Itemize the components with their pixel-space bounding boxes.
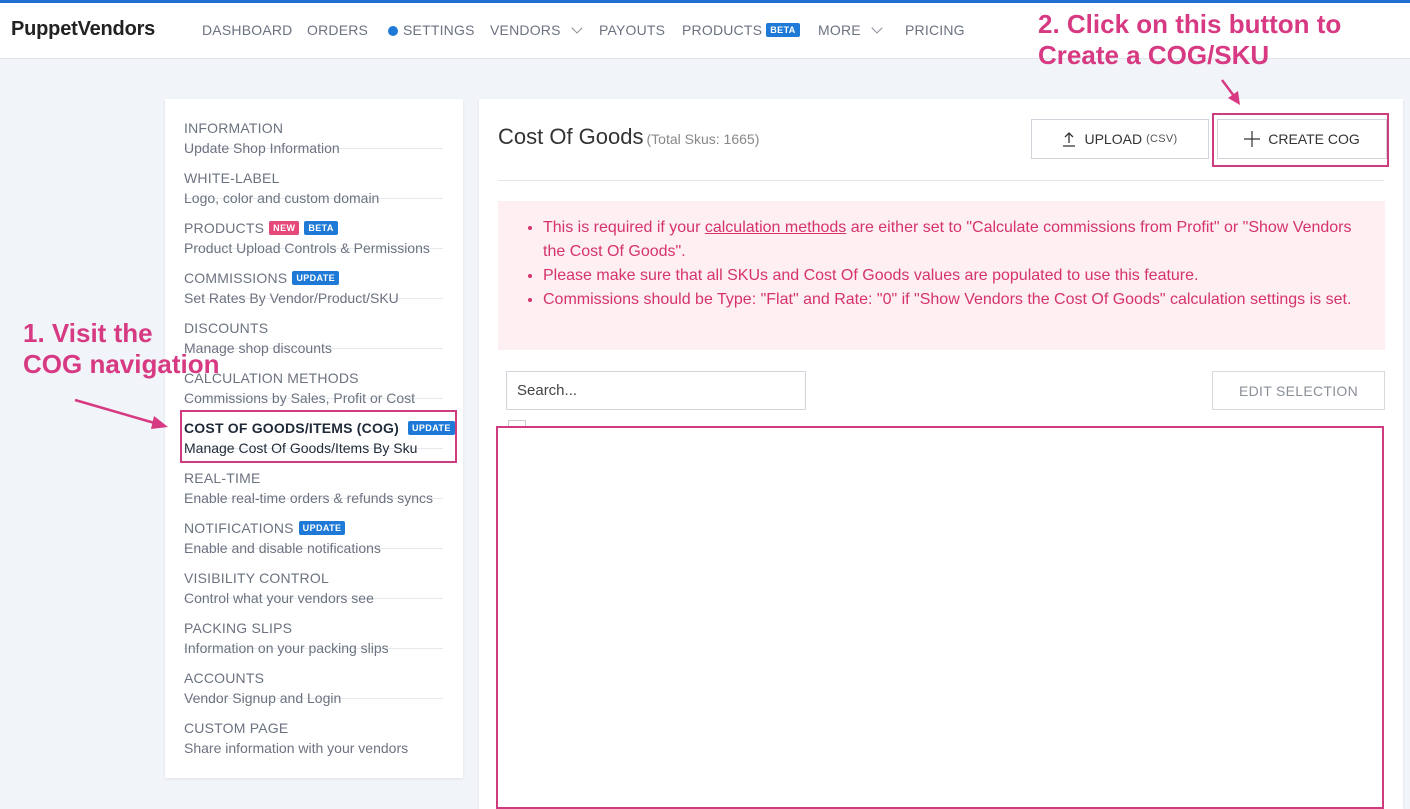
annotation-step1-line2: COG navigation — [23, 349, 220, 379]
header-divider — [498, 180, 1384, 181]
chevron-down-icon — [871, 22, 883, 34]
nav-products[interactable]: PRODUCTS BETA — [682, 22, 800, 38]
beta-badge: BETA — [766, 23, 800, 37]
alert-item: Commissions should be Type: "Flat" and R… — [543, 288, 1365, 312]
nav-more-label: MORE — [818, 22, 861, 38]
sidebar-item-title: WHITE-LABEL — [184, 170, 280, 186]
page-title: Cost Of Goods (Total Skus: 1665) — [498, 124, 759, 150]
sidebar-item-cost-of-goods[interactable]: COST OF GOODS/ITEMS (COG) UPDATE Manage C… — [184, 399, 455, 456]
settings-sidebar: INFORMATION Update Shop Information WHIT… — [165, 99, 463, 778]
update-badge: UPDATE — [292, 271, 340, 285]
alert-item: This is required if your calculation met… — [543, 216, 1365, 264]
total-skus-count: (Total Skus: 1665) — [646, 131, 760, 147]
search-input[interactable] — [506, 371, 806, 410]
sidebar-item-title: PACKING SLIPS — [184, 620, 293, 636]
upload-format-label: (CSV) — [1146, 133, 1178, 145]
alert-list: This is required if your calculation met… — [543, 216, 1365, 312]
sidebar-item-white-label[interactable]: WHITE-LABEL Logo, color and custom domai… — [184, 149, 443, 206]
alert-text: This is required if your — [543, 219, 705, 236]
sidebar-item-commissions[interactable]: COMMISSIONS UPDATE Set Rates By Vendor/Pr… — [184, 249, 443, 306]
select-all-checkbox[interactable] — [508, 420, 526, 426]
sidebar-item-custom-page[interactable]: CUSTOM PAGE Share information with your … — [184, 699, 443, 756]
active-dot-icon — [388, 26, 398, 36]
calculation-methods-link[interactable]: calculation methods — [705, 219, 846, 236]
sidebar-item-title: VISIBILITY CONTROL — [184, 570, 329, 586]
sidebar-item-packing-slips[interactable]: PACKING SLIPS Information on your packin… — [184, 599, 443, 656]
sidebar-item-label: COMMISSIONS — [184, 270, 288, 286]
plus-icon — [1244, 131, 1261, 147]
sidebar-item-label: PRODUCTS — [184, 220, 265, 236]
sidebar-item-discounts[interactable]: DISCOUNTS Manage shop discounts — [184, 299, 443, 356]
requirements-alert: This is required if your calculation met… — [498, 201, 1385, 350]
nav-vendors-label: VENDORS — [490, 22, 561, 38]
create-cog-button[interactable]: CREATE COG — [1217, 119, 1387, 159]
nav-more[interactable]: MORE — [818, 22, 883, 38]
cost-of-goods-panel: Cost Of Goods (Total Skus: 1665) UPLOAD (C… — [479, 99, 1403, 809]
nav-payouts[interactable]: PAYOUTS — [599, 22, 665, 38]
annotation-step1: 1. Visit the COG navigation — [23, 318, 219, 380]
new-badge: NEW — [269, 221, 300, 235]
upload-icon — [1063, 132, 1076, 147]
nav-pricing[interactable]: PRICING — [905, 22, 965, 38]
sidebar-item-calculation-methods[interactable]: CALCULATION METHODS Commissions by Sales… — [184, 349, 443, 406]
sidebar-item-information[interactable]: INFORMATION Update Shop Information — [184, 99, 443, 156]
alert-item: Please make sure that all SKUs and Cost … — [543, 264, 1365, 288]
sidebar-item-title: CUSTOM PAGE — [184, 720, 289, 736]
nav-vendors[interactable]: VENDORS — [490, 22, 583, 38]
update-badge: UPDATE — [408, 421, 455, 435]
upload-label: UPLOAD — [1084, 131, 1143, 147]
sidebar-item-title: REAL-TIME — [184, 470, 261, 486]
sidebar-item-label: COST OF GOODS/ITEMS (COG) — [184, 420, 399, 436]
annotation-step1-line1: 1. Visit the — [23, 318, 153, 348]
annotation-step2: 2. Click on this button to Create a COG/… — [1038, 9, 1341, 71]
sidebar-item-subtitle: Share information with your vendors — [184, 740, 409, 756]
sidebar-item-title: NOTIFICATIONS UPDATE — [184, 520, 346, 536]
nav-orders[interactable]: ORDERS — [307, 22, 368, 38]
sidebar-item-real-time[interactable]: REAL-TIME Enable real-time orders & refu… — [184, 449, 443, 506]
sidebar-item-label: NOTIFICATIONS — [184, 520, 294, 536]
beta-badge: BETA — [304, 221, 338, 235]
annotation-step2-line1: 2. Click on this button to — [1038, 9, 1342, 39]
create-cog-label: CREATE COG — [1268, 131, 1360, 147]
update-badge: UPDATE — [298, 521, 346, 535]
sidebar-item-title: PRODUCTS NEW BETA — [184, 220, 338, 236]
sidebar-item-title: INFORMATION — [184, 120, 284, 136]
edit-selection-button[interactable]: EDIT SELECTION — [1212, 371, 1385, 410]
nav-products-label: PRODUCTS — [682, 22, 763, 38]
page-title-text: Cost Of Goods — [498, 124, 644, 149]
nav-dashboard[interactable]: DASHBOARD — [202, 22, 292, 38]
nav-settings-label: SETTINGS — [403, 22, 475, 38]
sidebar-item-title: COST OF GOODS/ITEMS (COG) UPDATE — [184, 420, 455, 436]
annotation-step2-line2: Create a COG/SKU — [1038, 40, 1270, 70]
upload-csv-button[interactable]: UPLOAD (CSV) — [1031, 119, 1209, 159]
sidebar-item-notifications[interactable]: NOTIFICATIONS UPDATE Enable and disable n… — [184, 499, 443, 556]
sidebar-item-visibility-control[interactable]: VISIBILITY CONTROL Control what your ven… — [184, 549, 443, 606]
sidebar-item-title: ACCOUNTS — [184, 670, 265, 686]
arrow-to-cog-nav-icon — [74, 398, 168, 429]
sidebar-item-title: COMMISSIONS UPDATE — [184, 270, 340, 286]
nav-settings[interactable]: SETTINGS — [388, 22, 475, 38]
chevron-down-icon — [570, 22, 583, 34]
sidebar-item-accounts[interactable]: ACCOUNTS Vendor Signup and Login — [184, 649, 443, 706]
brand-logo[interactable]: PuppetVendors — [11, 18, 155, 41]
sidebar-item-products[interactable]: PRODUCTS NEW BETA Product Upload Controls … — [184, 199, 443, 256]
